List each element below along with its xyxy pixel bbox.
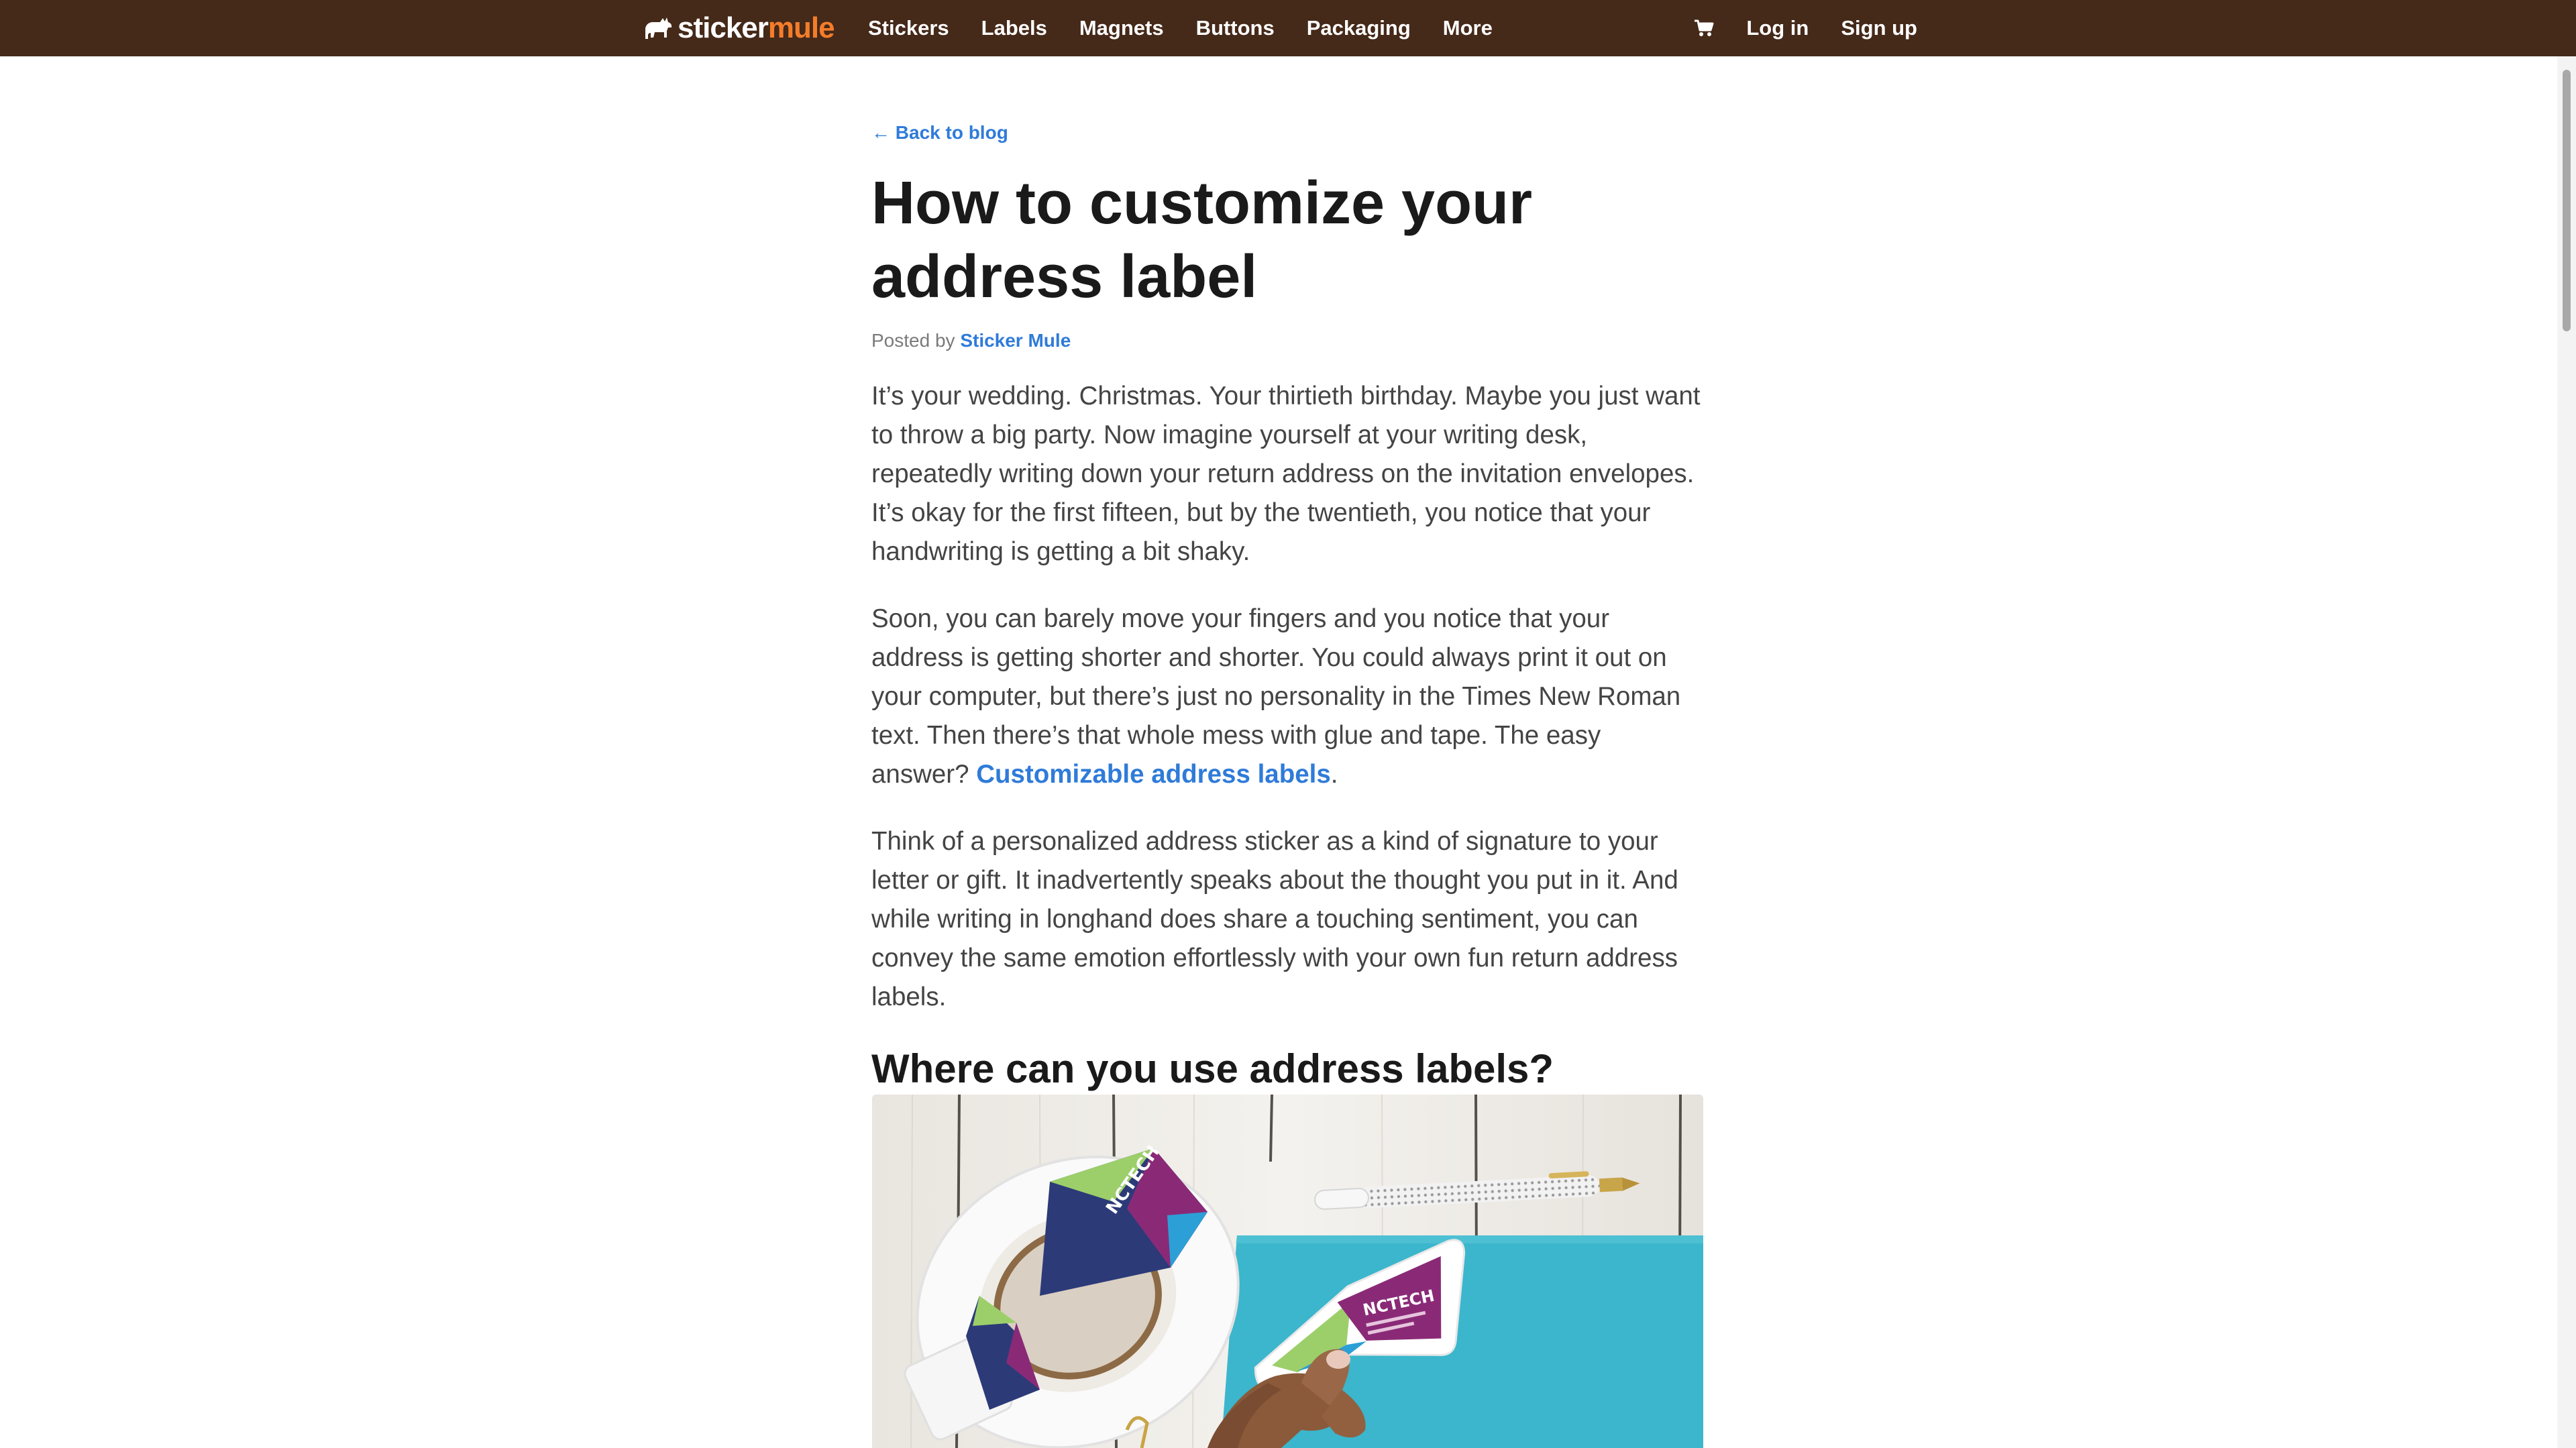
cart-button[interactable] — [1694, 19, 1714, 38]
nav-item-magnets[interactable]: Magnets — [1079, 16, 1164, 40]
article-paragraph: Think of a personalized address sticker … — [871, 827, 1678, 1011]
nav-item-labels[interactable]: Labels — [981, 16, 1047, 40]
brand-wordmark-mule: mule — [767, 11, 835, 44]
scrollbar-thumb[interactable] — [2563, 70, 2571, 331]
blog-article: ← Back to blog How to customize your add… — [871, 56, 1705, 1093]
article-title: How to customize your address label — [871, 170, 1533, 311]
mule-logo-icon — [645, 17, 672, 39]
article-hero-photo: NCTECH NCTECH — [872, 1095, 1703, 1448]
author-link[interactable]: Sticker Mule — [960, 330, 1071, 351]
nav-item-packaging[interactable]: Packaging — [1307, 16, 1411, 40]
nav-item-more[interactable]: More — [1443, 16, 1493, 40]
login-link[interactable]: Log in — [1746, 16, 1809, 40]
section-heading: Where can you use address labels? — [871, 1046, 1554, 1091]
nav-item-stickers[interactable]: Stickers — [868, 16, 949, 40]
account-nav: Log in Sign up — [1662, 0, 1917, 56]
brand-wordmark-sticker: sticker — [678, 11, 769, 44]
cart-icon — [1695, 19, 1714, 36]
top-navigation-bar: sticker mule Stickers Labels Magnets But… — [0, 0, 2576, 56]
page-scrollbar[interactable] — [2557, 56, 2576, 1448]
nav-item-buttons[interactable]: Buttons — [1196, 16, 1275, 40]
back-to-blog-link[interactable]: ← Back to blog — [871, 123, 1705, 142]
brand-logo[interactable]: sticker mule — [643, 9, 835, 47]
article-byline: Posted by Sticker Mule — [871, 329, 1705, 353]
article-paragraph: Soon, you can barely move your fingers a… — [871, 600, 1705, 794]
paragraph-suffix: . — [1330, 760, 1338, 789]
address-labels-photo: NCTECH NCTECH — [872, 1095, 1703, 1448]
byline-prefix: Posted by — [871, 330, 955, 351]
customizable-address-labels-link[interactable]: Customizable address labels — [976, 760, 1331, 789]
article-paragraph: It’s your wedding. Christmas. Your thirt… — [871, 382, 1701, 566]
main-nav: Stickers Labels Magnets Buttons Packagin… — [868, 0, 1525, 56]
signup-link[interactable]: Sign up — [1841, 16, 1917, 40]
